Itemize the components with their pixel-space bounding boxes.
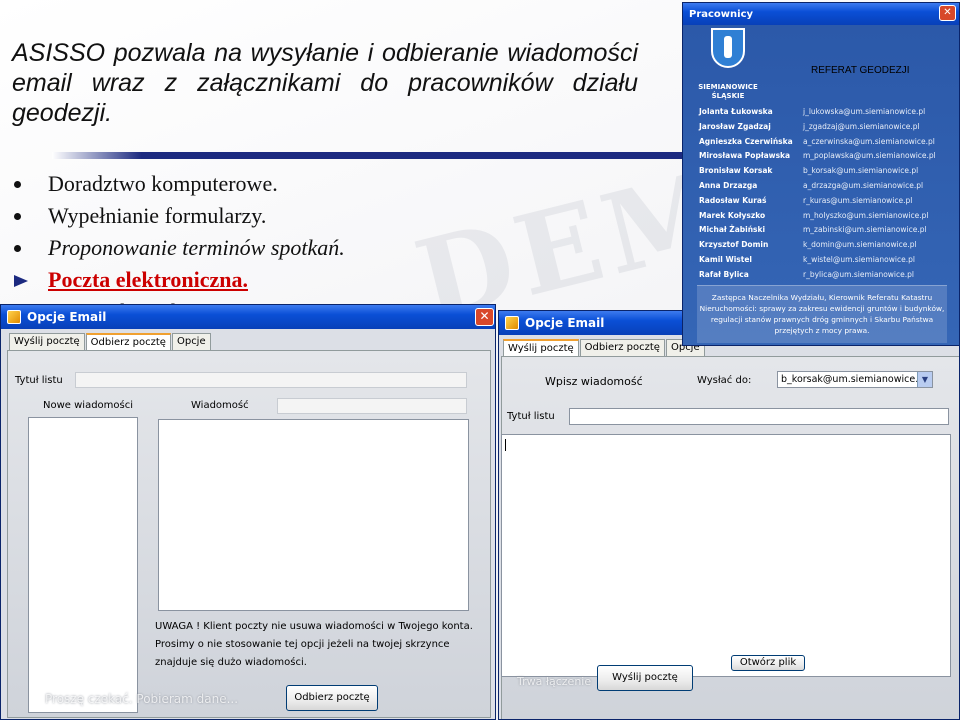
- message-body-view[interactable]: [158, 419, 469, 611]
- tab-options[interactable]: Opcje: [171, 333, 211, 350]
- staff-row[interactable]: Agnieszka Czerwińska a_czerwinska@um.siem…: [699, 135, 957, 150]
- bullet-dot-icon: [14, 245, 21, 252]
- staff-list: Jolanta Łukowska j_lukowska@um.siemianowi…: [699, 105, 957, 283]
- compose-label: Wpisz wiadomość: [545, 375, 643, 388]
- bullet-dot-icon: [14, 181, 21, 188]
- tab-receive-mail[interactable]: Odbierz pocztę: [579, 339, 665, 356]
- message-label: Wiadomość: [191, 400, 249, 411]
- warning-line: UWAGA ! Klient poczty nie usuwa wiadomoś…: [155, 621, 473, 632]
- tab-strip: Wyślij pocztę Odbierz pocztę Opcje: [9, 333, 212, 350]
- window-title: Opcje Email: [27, 310, 107, 324]
- close-icon[interactable]: ✕: [475, 308, 494, 326]
- send-mail-button[interactable]: Wyślij pocztę: [597, 665, 693, 691]
- title-divider: [52, 152, 692, 159]
- warning-line: Prosimy o nie stosowanie tej opcji jeżel…: [155, 639, 450, 650]
- staff-window: Pracownicy ✕ SIEMIANOWICE ŚLĄSKIE REFERA…: [682, 2, 960, 346]
- app-icon: [505, 316, 519, 330]
- chevron-down-icon[interactable]: ▼: [917, 372, 932, 387]
- bullet-item: Wypełnianie formularzy.: [14, 200, 345, 232]
- staff-row[interactable]: Jolanta Łukowska j_lukowska@um.siemianowi…: [699, 105, 957, 120]
- staff-row[interactable]: Radosław Kuraś r_kuras@um.siemianowice.pl: [699, 194, 957, 209]
- bullet-dot-icon: [14, 213, 21, 220]
- bullet-item-active[interactable]: Poczta elektroniczna.: [14, 264, 345, 296]
- staff-row[interactable]: Jarosław Zgadzaj j_zgadzaj@um.siemianowic…: [699, 120, 957, 135]
- send-to-label: Wysłać do:: [697, 375, 752, 386]
- tab-receive-mail[interactable]: Odbierz pocztę: [85, 333, 171, 350]
- bullet-item: Proponowanie terminów spotkań.: [14, 232, 345, 264]
- subject-input[interactable]: [569, 408, 949, 425]
- receive-mail-button[interactable]: Odbierz pocztę: [286, 685, 378, 711]
- arrow-right-icon: [14, 275, 28, 287]
- warning-line: znajduje się dużo wiadomości.: [155, 657, 307, 668]
- staff-note: Zastępca Naczelnika Wydziału, Kierownik …: [697, 285, 947, 343]
- subject-field[interactable]: [75, 372, 467, 388]
- tab-send-mail[interactable]: Wyślij pocztę: [503, 339, 579, 356]
- status-text: Proszę czekać. Pobieram dane...: [45, 692, 239, 706]
- crest-caption: SIEMIANOWICE ŚLĄSKIE: [698, 83, 758, 100]
- window-title: Pracownicy: [689, 8, 754, 20]
- subject-label: Tytuł listu: [507, 411, 555, 422]
- window-titlebar: Pracownicy: [683, 3, 959, 25]
- tab-strip: Wyślij pocztę Odbierz pocztę Opcje: [503, 339, 706, 356]
- bullet-item: Doradztwo komputerowe.: [14, 168, 345, 200]
- tab-send-mail[interactable]: Wyślij pocztę: [9, 333, 85, 350]
- staff-row[interactable]: Bronisław Korsak b_korsak@um.siemianowice…: [699, 164, 957, 179]
- recipient-value: b_korsak@um.siemianowice.pl: [781, 374, 927, 385]
- new-messages-label: Nowe wiadomości: [43, 400, 134, 411]
- message-header-field[interactable]: [277, 398, 467, 414]
- text-cursor: [505, 439, 506, 451]
- staff-row[interactable]: Krzysztof Domin k_domin@um.siemianowice.p…: [699, 238, 957, 253]
- city-crest-icon: [711, 28, 745, 68]
- recipient-select[interactable]: b_korsak@um.siemianowice.pl ▼: [777, 371, 933, 388]
- staff-row[interactable]: Rafał Bylica r_bylica@um.siemianowice.pl: [699, 268, 957, 283]
- email-options-window-receive: Opcje Email ✕ Wyślij pocztę Odbierz pocz…: [0, 304, 496, 720]
- app-icon: [7, 310, 21, 324]
- status-text: Trwa łączenie: [517, 675, 592, 688]
- staff-row[interactable]: Mirosława Popławska m_poplawska@um.siemia…: [699, 149, 957, 164]
- open-file-button[interactable]: Otwórz plik: [731, 655, 805, 671]
- close-icon[interactable]: ✕: [939, 5, 956, 21]
- subject-label: Tytuł listu: [15, 375, 63, 386]
- new-messages-list[interactable]: [28, 417, 138, 713]
- message-body-input[interactable]: [501, 434, 951, 677]
- department-title: REFERAT GEODEZJI: [811, 65, 910, 76]
- window-title: Opcje Email: [525, 316, 605, 330]
- slide-title: ASISSO pozwala na wysyłanie i odbieranie…: [12, 39, 638, 127]
- staff-row[interactable]: Michał Żabiński m_zabinski@um.siemianowic…: [699, 223, 957, 238]
- window-titlebar: Opcje Email: [1, 305, 495, 329]
- staff-row[interactable]: Anna Drzazga a_drzazga@um.siemianowice.pl: [699, 179, 957, 194]
- email-options-window-send: Opcje Email ✕ Wyślij pocztę Odbierz pocz…: [498, 310, 960, 720]
- staff-row[interactable]: Marek Kołyszko m_holyszko@um.siemianowice…: [699, 209, 957, 224]
- staff-row[interactable]: Kamil Wistel k_wistel@um.siemianowice.pl: [699, 253, 957, 268]
